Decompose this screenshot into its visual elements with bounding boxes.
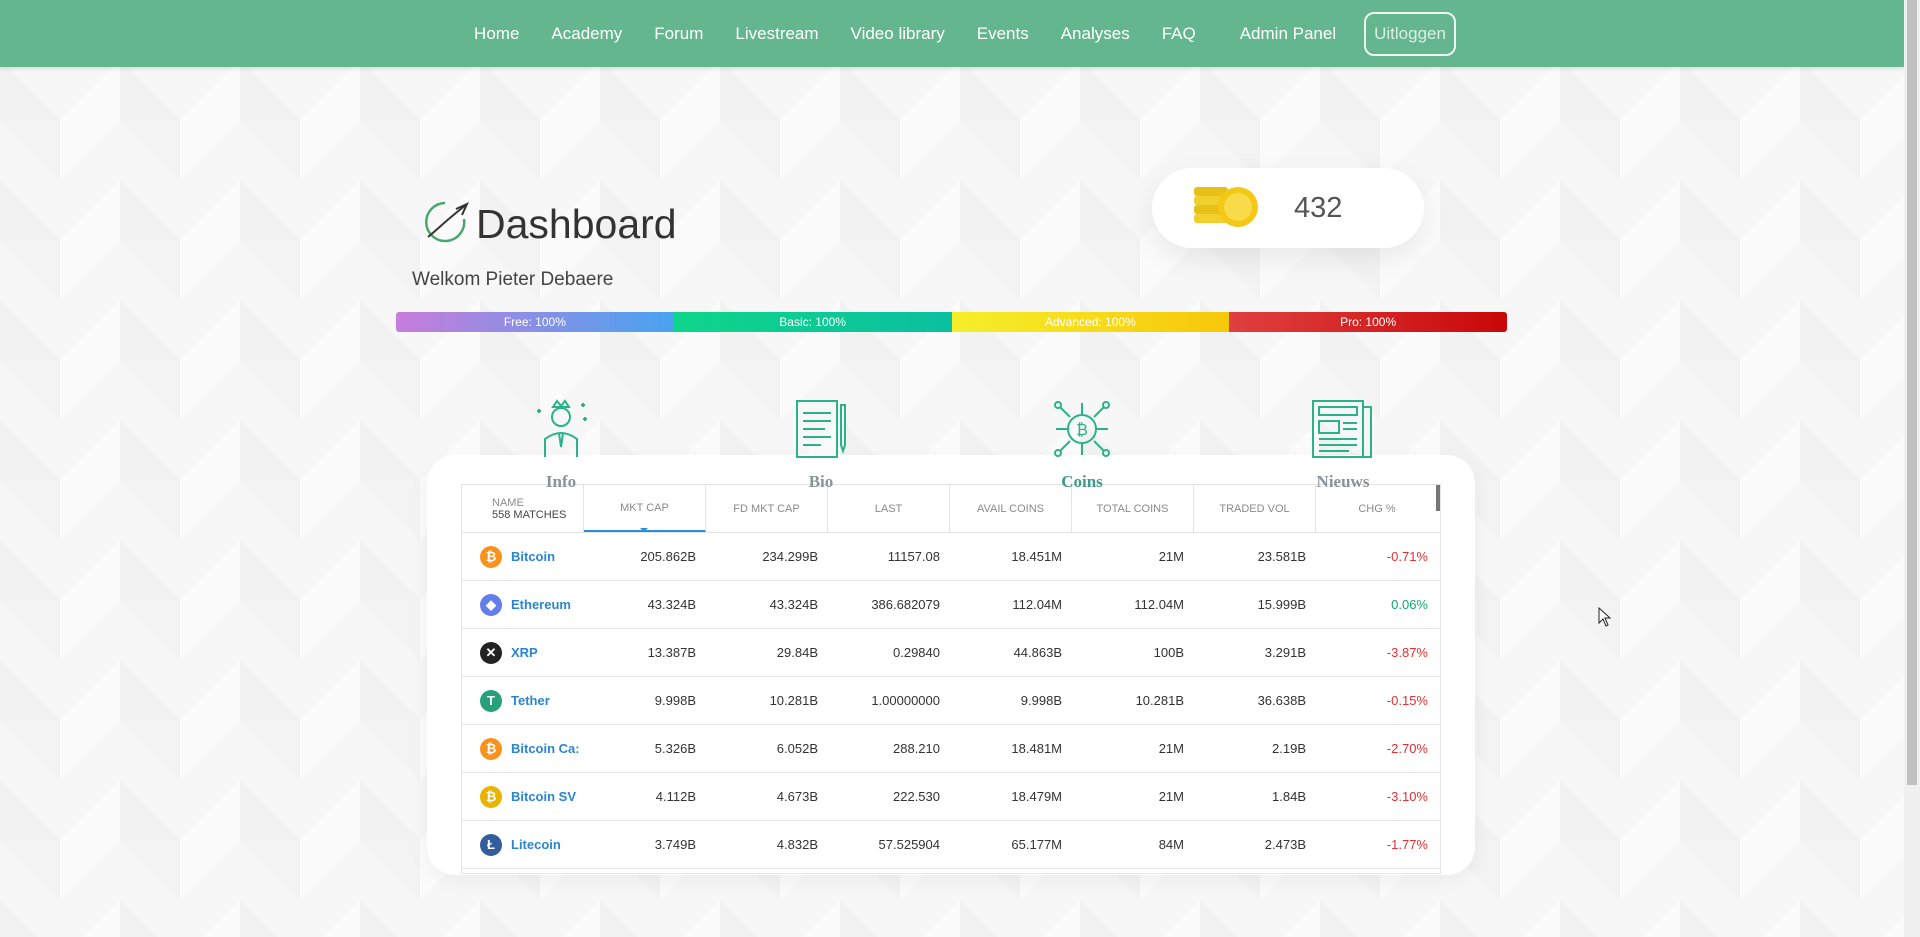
coin-count: 432 (1294, 191, 1343, 224)
nav-forum[interactable]: Forum (638, 24, 719, 44)
coin-stack-icon (1192, 181, 1264, 236)
tab-info[interactable]: Info (501, 397, 621, 492)
coin-balance-card: 432 (1152, 168, 1424, 248)
nav-links: Home Academy Forum Livestream Video libr… (458, 11, 1456, 56)
bitcoin-circuit-icon: ₿ (1050, 401, 1114, 465)
nav-video-library[interactable]: Video library (835, 24, 961, 44)
tab-nieuws[interactable]: Nieuws (1283, 397, 1403, 492)
tab-bio[interactable]: Bio (761, 397, 881, 492)
newspaper-icon (1309, 400, 1377, 465)
tab-bio-label: Bio (808, 472, 834, 491)
nav-livestream[interactable]: Livestream (719, 24, 834, 44)
document-pen-icon (791, 400, 851, 465)
nav-events[interactable]: Events (961, 24, 1045, 44)
nav-admin-panel[interactable]: Admin Panel (1224, 24, 1352, 44)
logout-button[interactable]: Uitloggen (1364, 11, 1456, 56)
tab-coins-label: Coins (1061, 472, 1103, 491)
nav-analyses[interactable]: Analyses (1045, 24, 1146, 44)
nav-home[interactable]: Home (458, 24, 535, 44)
membership-progress-bar: Free: 100% Basic: 100% Advanced: 100% Pr… (396, 312, 1507, 332)
mouse-cursor-icon (1598, 606, 1612, 627)
nav-academy[interactable]: Academy (535, 24, 638, 44)
tab-nieuws-label: Nieuws (1316, 472, 1370, 491)
page-scrollbar[interactable] (1904, 0, 1920, 937)
progress-basic: Basic: 100% (673, 312, 952, 332)
welcome-text: Welkom Pieter Debaere (412, 269, 614, 290)
progress-advanced: Advanced: 100% (951, 312, 1230, 332)
user-crown-icon (531, 399, 591, 465)
svg-text:₿: ₿ (1076, 420, 1088, 439)
logo-icon (420, 197, 470, 252)
progress-free: Free: 100% (396, 312, 674, 332)
top-navbar: Home Academy Forum Livestream Video libr… (0, 0, 1904, 67)
scrollbar-thumb[interactable] (1907, 0, 1917, 785)
progress-pro: Pro: 100% (1229, 312, 1507, 332)
page-title: Dashboard (476, 201, 677, 247)
main-content: Dashboard Welkom Pieter Debaere 432 Free… (0, 67, 1904, 937)
tab-coins[interactable]: ₿ Coins (1022, 397, 1142, 492)
nav-faq[interactable]: FAQ (1146, 24, 1212, 44)
tab-info-label: Info (545, 472, 577, 491)
dashboard-header: Dashboard (420, 197, 677, 252)
